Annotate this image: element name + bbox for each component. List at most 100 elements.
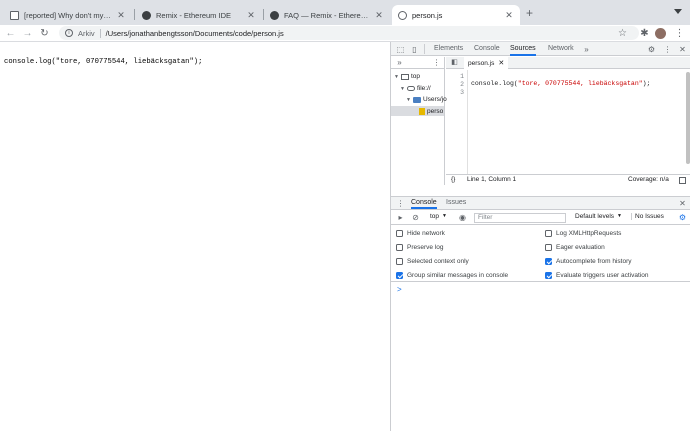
tree-item-file[interactable]: ▼ file:// [400,85,431,92]
tab-console[interactable]: Console [474,42,500,56]
setting-autocomplete[interactable]: Autocomplete from history [545,258,632,265]
pretty-print-button[interactable]: {} [451,176,455,183]
chevron-down-icon: ▼ [617,213,622,219]
close-tab-icon[interactable]: ✕ [504,10,514,21]
tab-network[interactable]: Network [548,42,574,56]
device-toolbar-icon[interactable]: ▯ [409,44,420,55]
checkbox[interactable] [396,230,403,237]
divider [99,28,101,38]
close-drawer-icon[interactable]: ✕ [677,198,688,209]
coverage-status: Coverage: n/a [628,176,669,183]
code-line[interactable]: console.log("tore, 070775544, liebäcksga… [471,80,650,87]
sources-editor: ◧ person.js ✕ 1 2 3 console.log("tore, 0… [446,57,690,185]
issues-button[interactable]: No Issues [631,213,667,220]
bookmark-star-icon[interactable]: ☆ [616,27,629,40]
drawer-menu-icon[interactable]: ⋮ [395,198,406,209]
tree-label: perso [427,107,444,115]
tab-remix[interactable]: Remix - Ethereum IDE ✕ [136,5,262,25]
gear-icon[interactable]: ⚙ [646,44,657,55]
page-text: console.log("tore, 070775544, liebäcksga… [4,58,203,66]
close-tab-icon[interactable]: ✕ [116,10,126,21]
tab-reported[interactable]: [reported] Why don't my console.log ✕ [4,5,132,25]
setting-group-similar[interactable]: Group similar messages in console [396,272,508,279]
show-sidebar-icon[interactable]: ▸ [395,212,406,223]
tab-label: FAQ — Remix - Ethereum IDE 1 [284,10,369,20]
toggle-navigator-icon[interactable]: ◧ [449,57,460,68]
checkbox[interactable] [545,272,552,279]
line-number: 3 [460,89,464,96]
code-text: console.log( [471,80,518,87]
tree-label: top [410,73,420,80]
checkbox[interactable] [396,258,403,265]
menu-kebab-icon[interactable]: ⋮ [673,27,686,40]
document-icon [10,10,19,20]
more-tabs-icon[interactable]: » [581,44,592,55]
checkbox[interactable] [545,258,552,265]
info-icon[interactable]: i [65,29,73,37]
setting-label: Selected context only [407,258,469,265]
clear-console-icon[interactable]: ⊘ [410,212,421,223]
setting-label: Preserve log [407,244,444,251]
extensions-icon[interactable]: ✱ [638,27,651,40]
toggle-debugger-icon[interactable] [679,177,686,184]
new-tab-icon[interactable]: + [526,7,533,19]
close-file-icon[interactable]: ✕ [498,59,504,67]
checkbox[interactable] [396,272,403,279]
checkbox[interactable] [545,230,552,237]
tab-faq[interactable]: FAQ — Remix - Ethereum IDE 1 ✕ [264,5,390,25]
setting-preserve-log[interactable]: Preserve log [396,244,444,251]
editor-scrollbar[interactable] [686,72,690,164]
tab-search-icon[interactable] [674,9,682,14]
ethereum-icon [142,10,151,20]
devtools-tabbar: ⬚ ▯ Elements Console Sources Network » ⚙… [391,42,690,56]
devtools-menu-icon[interactable]: ⋮ [662,44,673,55]
setting-log-xhr[interactable]: Log XMLHttpRequests [545,230,621,237]
editor-tabbar: ◧ person.js ✕ [446,57,690,69]
gear-icon[interactable]: ⚙ [677,212,688,223]
back-icon[interactable]: ← [4,27,17,40]
tab-label: [reported] Why don't my console.log [24,10,111,20]
drawer-tab-issues[interactable]: Issues [446,196,466,209]
navigator-menu-icon[interactable]: ⋮ [431,57,442,68]
tab-person-js[interactable]: person.js ✕ [392,5,520,25]
forward-icon[interactable]: → [21,27,34,40]
checkbox[interactable] [545,244,552,251]
tab-strip: [reported] Why don't my console.log ✕ Re… [0,0,690,25]
tab-sources[interactable]: Sources [510,42,536,56]
setting-label: Eager evaluation [556,244,605,251]
folder-icon [412,96,421,103]
checkbox[interactable] [396,244,403,251]
file-icon [419,107,425,115]
page-content: console.log("tore, 070775544, liebäcksga… [0,42,390,431]
setting-label: Hide network [407,230,445,237]
globe-icon [398,10,407,20]
filter-input[interactable]: Filter [474,213,566,223]
close-devtools-icon[interactable]: ✕ [677,44,688,55]
setting-evaluate-triggers[interactable]: Evaluate triggers user activation [545,272,649,279]
setting-eager-eval[interactable]: Eager evaluation [545,244,605,251]
tree-item-person-js[interactable]: perso [391,106,444,116]
setting-hide-network[interactable]: Hide network [396,230,445,237]
console-prompt[interactable]: > [397,285,402,294]
ethereum-icon [270,10,279,20]
levels-label: Default levels [575,213,615,220]
eye-icon[interactable]: ◉ [457,212,468,223]
tab-elements[interactable]: Elements [434,42,463,56]
close-tab-icon[interactable]: ✕ [374,10,384,21]
inspect-element-icon[interactable]: ⬚ [395,44,406,55]
close-tab-icon[interactable]: ✕ [246,10,256,21]
context-selector[interactable]: top ▼ [430,213,447,220]
tree-item-top[interactable]: ▼ top [394,73,420,80]
levels-dropdown[interactable]: Default levels ▼ [575,213,622,220]
setting-selected-context[interactable]: Selected context only [396,258,469,265]
avatar[interactable] [655,28,666,39]
drawer-tab-console[interactable]: Console [411,196,437,209]
more-navigator-tabs-icon[interactable]: » [394,57,405,68]
url-text[interactable]: /Users/jonathanbengtsson/Documents/code/… [106,29,284,38]
tab-label: Remix - Ethereum IDE [156,10,232,20]
tree-item-users[interactable]: ▼ Users/jo [406,96,447,103]
reload-icon[interactable]: ↻ [38,27,51,40]
address-bar[interactable]: i Arkiv /Users/jonathanbengtsson/Documen… [59,26,639,40]
editor-status-bar: {} Line 1, Column 1 Coverage: n/a [446,174,690,185]
editor-file-tab[interactable]: person.js ✕ [464,57,509,69]
